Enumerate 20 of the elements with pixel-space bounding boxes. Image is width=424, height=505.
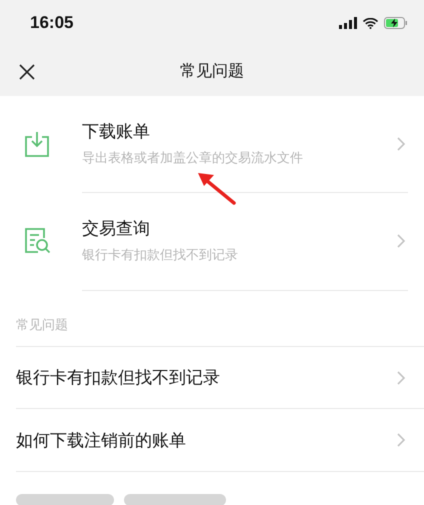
close-icon[interactable]	[18, 63, 36, 81]
service-title[interactable]: 下载账单	[82, 120, 408, 143]
chevron-icon	[397, 137, 406, 151]
service-description: 银行卡有扣款但找不到记录	[82, 247, 239, 264]
chevron-icon	[397, 234, 406, 248]
annotation-arrow	[196, 171, 236, 205]
wifi-icon	[363, 18, 378, 28]
status-time: 16:05	[30, 13, 74, 33]
faq-item[interactable]: 如何下载注销前的账单	[16, 428, 186, 452]
page-title: 常见问题	[180, 60, 244, 82]
faq-item[interactable]: 银行卡有扣款但找不到记录	[16, 366, 220, 389]
download-icon	[24, 130, 50, 158]
chevron-icon	[397, 433, 406, 447]
service-title[interactable]: 交易查询	[82, 217, 408, 240]
chevron-icon	[397, 370, 406, 384]
section-heading: 常见问题	[16, 318, 68, 333]
signal-icon	[339, 17, 357, 29]
document-search-icon	[24, 227, 52, 255]
battery-charging-icon	[384, 17, 408, 29]
service-description: 导出表格或者加盖公章的交易流水文件	[82, 150, 304, 167]
